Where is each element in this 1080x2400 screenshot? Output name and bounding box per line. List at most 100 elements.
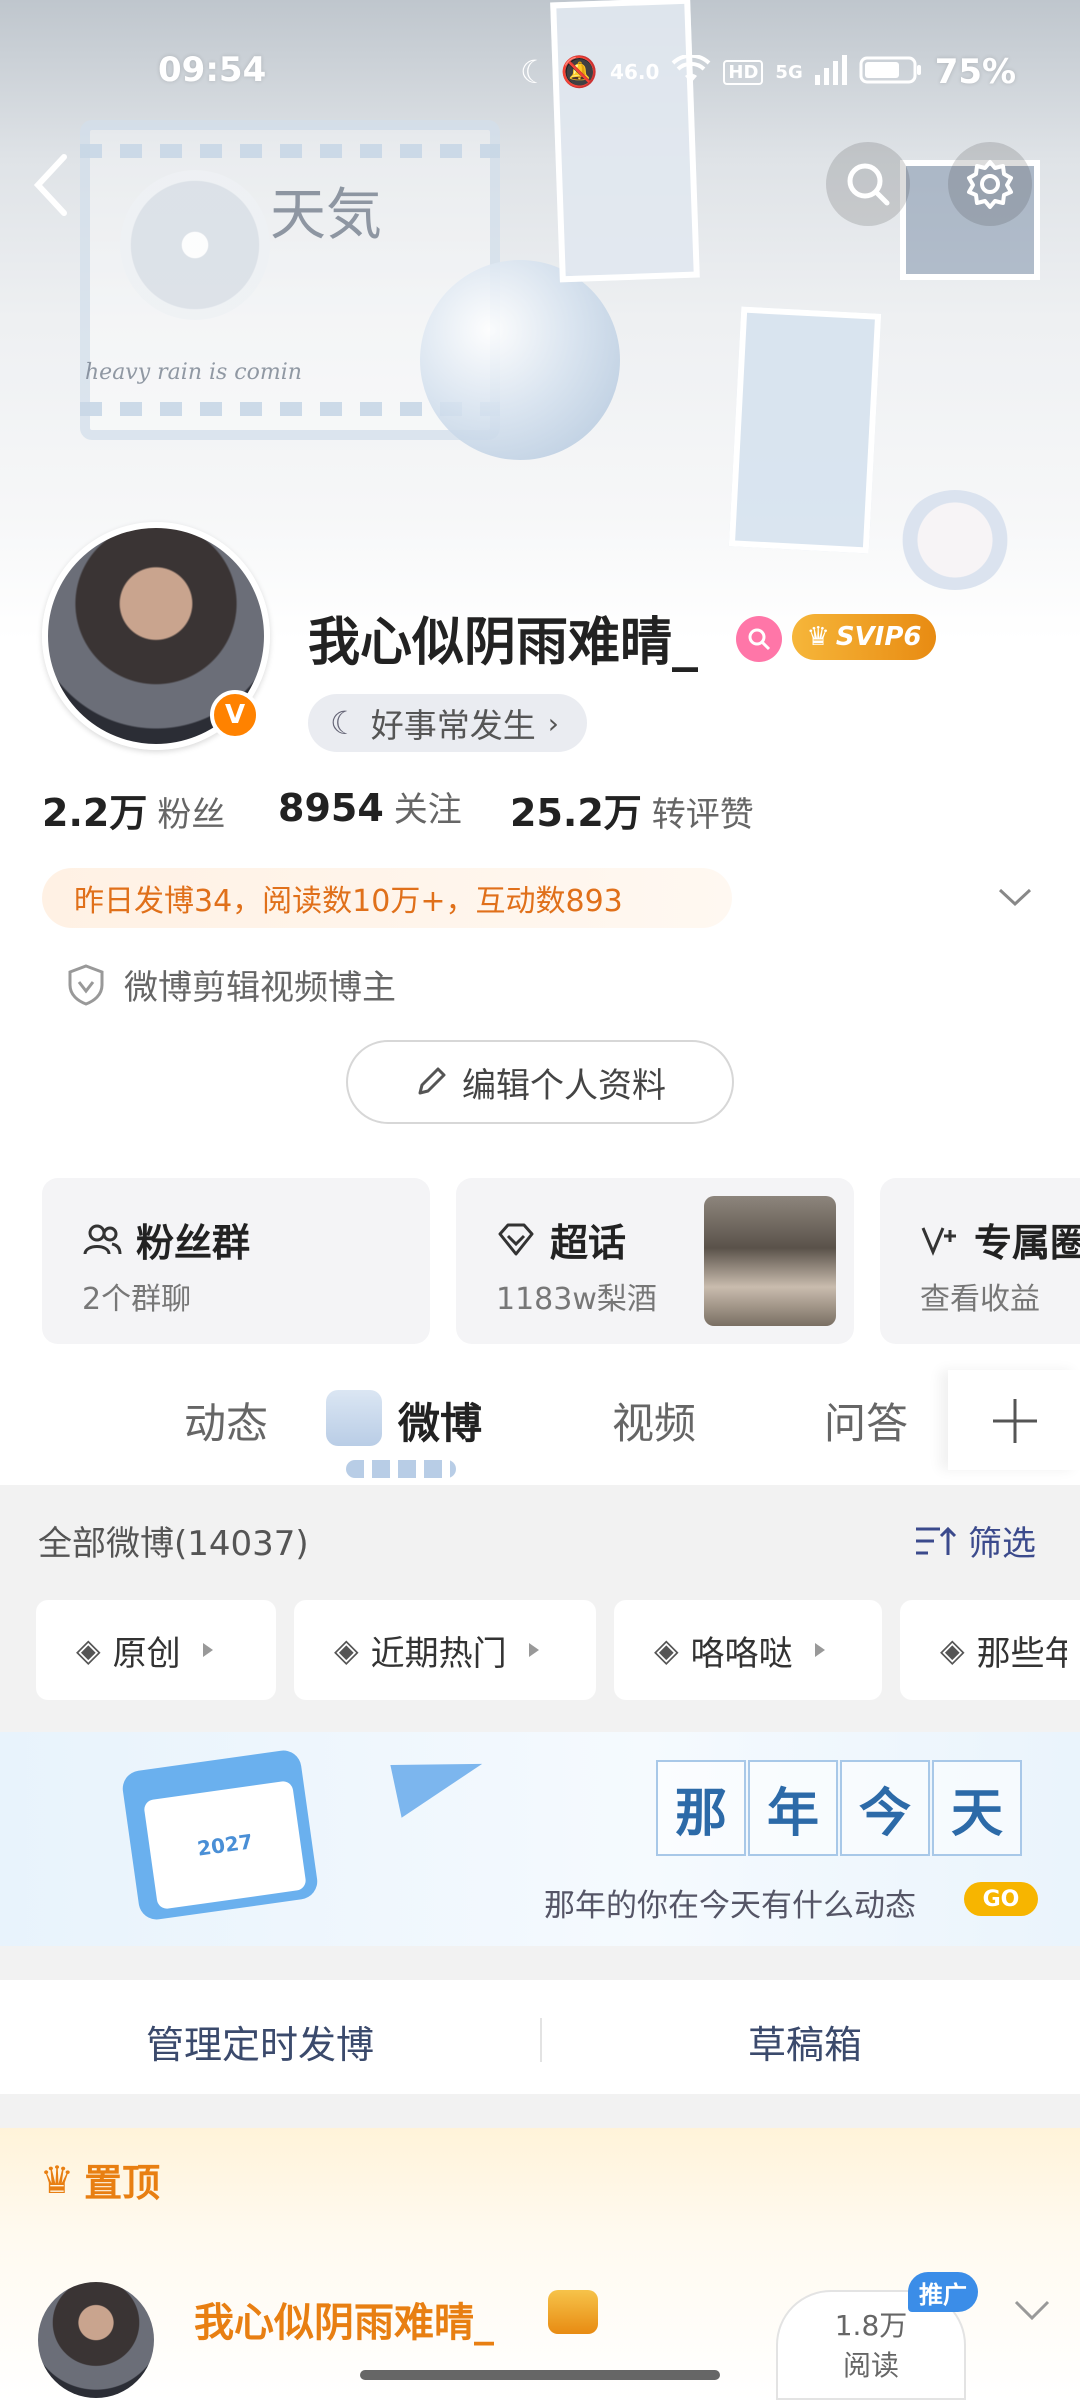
banner-title: 天気 [270,183,382,248]
stat-label: 转评赞 [651,795,754,835]
layers-icon: ◈ [654,1631,679,1669]
v-plus-icon [921,1226,956,1256]
banner-subtitle: heavy rain is comin [85,360,302,385]
stat-interactions[interactable]: 25.2万 转评赞 [510,782,754,837]
crown-icon: ♛ [40,2157,75,2202]
daily-summary[interactable]: 昨日发博34，阅读数10万+，互动数893 [42,868,732,928]
stat-value: 2.2万 [42,791,148,835]
divider [540,2018,542,2062]
tab-active-indicator [346,1460,456,1478]
chevron-down-icon [1014,2300,1050,2321]
stat-following[interactable]: 8954 关注 [278,782,462,831]
svip-label: SVIP6 [835,622,922,652]
chip-label: 近期热门 [370,1633,507,1674]
drafts-button[interactable]: 草稿箱 [748,2014,862,2069]
moon-icon: ☾ [520,53,549,91]
fan-badge-icon[interactable] [736,616,782,662]
triangle-right-icon [814,1643,825,1657]
layers-icon: ◈ [940,1631,965,1669]
username: 我心似阴雨难晴_ [308,613,699,673]
search-button[interactable] [826,142,910,226]
disc-decoration [120,170,270,320]
svip-badge[interactable]: ♛ SVIP6 [792,614,936,660]
stat-value: 25.2万 [510,791,642,835]
on-this-day-char: 年 [748,1760,838,1856]
shield-icon [68,963,104,1006]
photo-card-decoration [550,0,700,283]
triangle-right-icon [528,1643,539,1657]
status-icons: ☾ 🔕 46.0 HD 5G 75% [520,52,1016,92]
chip-label: 咯咯哒 [690,1633,793,1674]
signature-icon: ☾ [330,704,359,742]
tab-qa[interactable]: 问答 [824,1390,908,1451]
scheduled-posts-button[interactable]: 管理定时发博 [146,2014,374,2069]
signature-text: 好事常发生 [370,706,536,745]
on-this-day-char: 天 [932,1760,1022,1856]
chip-those-years[interactable]: ◈ 那些年 [900,1600,1080,1700]
chip-label: 原创 [112,1633,181,1674]
gear-icon [967,160,1013,209]
tab-dynamics[interactable]: 动态 [184,1390,268,1451]
filter-icon [916,1526,957,1555]
chip-label: 那些年 [976,1633,1067,1674]
super-topic-thumbnail [704,1196,836,1326]
card-title: 专属圈 [974,1221,1080,1265]
card-fan-group[interactable]: 粉丝群 2个群聊 [42,1178,430,1344]
stat-followers[interactable]: 2.2万 粉丝 [42,782,225,837]
people-icon [83,1224,122,1254]
signal-label: 5G [775,61,803,83]
back-arrow-icon [33,154,67,216]
card-exclusive-circle[interactable]: 专属圈 查看收益 [880,1178,1080,1344]
cake-icon [326,1390,382,1446]
chip-original[interactable]: ◈ 原创 [36,1600,276,1700]
network-speed: 46.0 [610,60,660,84]
card-super-topic[interactable]: 超话 1183w梨酒 [456,1178,854,1344]
read-count-label: 阅读 [842,2349,899,2382]
stat-label: 关注 [393,790,462,830]
filter-label: 筛选 [968,1524,1036,1564]
mute-icon: 🔕 [560,54,599,90]
chip-gegeda[interactable]: ◈ 咯咯哒 [614,1600,882,1700]
chevron-right-icon: › [547,706,559,740]
settings-button[interactable] [948,142,1032,226]
certification-text: 微博剪辑视频博主 [124,968,396,1008]
crown-icon: ♛ [806,622,830,652]
signature-pill[interactable]: ☾ 好事常发生 › [308,694,587,752]
photo-card-decoration [728,306,882,554]
bear-decoration [900,490,1010,590]
triangle-right-icon [202,1643,213,1657]
post-author-name[interactable]: 我心似阴雨难晴_ [194,2290,494,2348]
promote-badge[interactable]: 推广 [908,2272,978,2312]
add-tab-button[interactable] [948,1370,1080,1470]
chip-recent-hot[interactable]: ◈ 近期热门 [294,1600,596,1700]
edit-profile-button[interactable]: 编辑个人资料 [346,1040,734,1124]
tab-video[interactable]: 视频 [612,1390,696,1451]
on-this-day-char: 今 [840,1760,930,1856]
pinned-text: 置顶 [84,2161,161,2205]
certification[interactable]: 微博剪辑视频博主 [66,960,396,1009]
card-title: 超话 [550,1221,627,1265]
chevron-down-icon [998,888,1032,907]
layers-icon: ◈ [334,1631,359,1669]
on-this-day-char: 那 [656,1760,746,1856]
search-icon [847,163,890,206]
back-button[interactable] [30,140,90,230]
filter-button[interactable]: 筛选 [914,1516,1036,1565]
card-subtitle: 2个群聊 [82,1282,192,1317]
go-button[interactable]: GO [964,1882,1038,1916]
card-title: 粉丝群 [136,1221,251,1265]
tab-weibo[interactable]: 微博 [398,1390,482,1451]
expand-button[interactable] [990,878,1040,918]
on-this-day-subtitle: 那年的你在今天有什么动态 [544,1888,916,1924]
status-time: 09:54 [158,50,267,90]
all-posts-count: 全部微博(14037) [38,1524,309,1564]
wifi-icon [671,53,711,89]
post-menu-button[interactable] [1010,2292,1054,2332]
calendar-year: 2027 [143,1780,307,1910]
home-indicator[interactable] [360,2370,720,2380]
post-avatar[interactable] [38,2282,154,2398]
verified-badge: V [210,690,260,740]
stat-value: 8954 [278,786,384,830]
signal-icon [814,55,847,89]
pencil-icon [418,1067,446,1095]
